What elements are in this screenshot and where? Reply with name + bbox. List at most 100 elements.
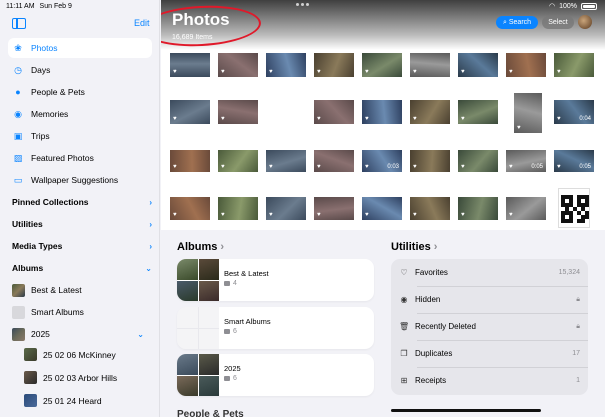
photo-thumbnail[interactable]: ♥ <box>458 53 498 77</box>
heart-icon: ♥ <box>317 212 321 218</box>
section-media-types[interactable]: Media Types › <box>12 241 152 251</box>
album-card-2025[interactable]: 2025 6 <box>177 354 374 396</box>
album-thumb-grid <box>177 307 219 349</box>
avatar[interactable] <box>578 15 592 29</box>
photo-thumbnail[interactable]: ♥ <box>514 93 542 133</box>
heart-icon: ♥ <box>221 212 225 218</box>
sidebar-toggle-icon[interactable] <box>12 18 26 29</box>
sidebar-subalbum-arbor-hills[interactable]: 25 02 03 Arbor Hills <box>24 371 117 384</box>
sidebar-item-featured-photos[interactable]: ▨ Featured Photos <box>8 148 152 168</box>
photo-thumbnail[interactable]: ♥ <box>266 150 306 172</box>
photo-thumbnail[interactable]: ♥ 0:05 <box>554 150 594 172</box>
status-time: 11:11 AM <box>6 2 35 10</box>
status-bar: 11:11 AM Sun Feb 9 ◠ 100% <box>0 0 605 12</box>
heart-icon: ♥ <box>173 212 177 218</box>
heart-icon: ♥ <box>173 69 177 75</box>
utility-row-recently-deleted[interactable]: 🗑︎ Recently Deleted 🔒︎ <box>391 313 588 340</box>
photo-thumbnail[interactable]: ♥ <box>266 53 306 77</box>
sidebar-item-trips[interactable]: ▣ Trips <box>8 126 152 146</box>
photo-thumbnail[interactable]: ♥ <box>218 197 258 220</box>
utilities-section-header[interactable]: Utilities › <box>391 241 437 253</box>
photo-thumbnail[interactable]: ♥ <box>170 53 210 77</box>
photo-thumbnail[interactable]: ♥ <box>458 197 498 220</box>
photo-thumbnail[interactable]: ♥ <box>314 53 354 77</box>
sidebar-album-best-latest[interactable]: Best & Latest <box>8 280 152 300</box>
heart-icon: ♥ <box>557 116 561 122</box>
lock-icon: 🔒︎ <box>576 322 580 330</box>
status-battery: 100% <box>559 2 577 10</box>
sidebar-album-smart-albums[interactable]: Smart Albums <box>8 302 152 322</box>
section-albums[interactable]: Albums ⌄ <box>12 263 152 273</box>
heart-icon: ♥ <box>509 69 513 75</box>
photo-thumbnail[interactable]: ♥ <box>458 150 498 172</box>
section-utilities[interactable]: Utilities › <box>12 219 152 229</box>
utility-row-favorites[interactable]: ♡ Favorites 15,324 <box>391 259 588 286</box>
utility-row-duplicates[interactable]: ❐ Duplicates 17 <box>391 340 588 367</box>
photo-thumbnail[interactable]: ♥ <box>362 100 402 124</box>
photo-thumbnail[interactable]: ♥ <box>218 150 258 172</box>
home-indicator[interactable] <box>391 409 541 412</box>
album-thumb <box>12 327 25 341</box>
album-name: 2025 <box>224 364 241 373</box>
chevron-right-icon: › <box>149 241 152 251</box>
photo-thumbnail[interactable]: ♥ <box>410 197 450 220</box>
photo-thumbnail[interactable]: ♥ <box>410 100 450 124</box>
photo-thumbnail[interactable]: ♥ <box>554 53 594 77</box>
album-card-smart-albums[interactable]: Smart Albums 6 <box>177 307 374 349</box>
sidebar-item-label: Photos <box>31 43 58 53</box>
utilities-list: ♡ Favorites 15,324 ◉ Hidden 🔒︎ 🗑︎ Recent… <box>391 259 588 395</box>
sidebar-subalbum-mckinney[interactable]: 25 02 06 McKinney <box>24 348 116 361</box>
video-duration: 0:05 <box>531 164 543 170</box>
folder-icon <box>224 329 230 334</box>
photo-thumbnail[interactable]: ♥ 0:05 <box>506 150 546 172</box>
edit-button[interactable]: Edit <box>134 18 150 28</box>
photo-thumbnail[interactable]: ♥ <box>362 53 402 77</box>
photo-thumbnail[interactable]: ♥ <box>170 100 210 124</box>
sidebar-item-photos[interactable]: ❀ Photos <box>8 38 152 58</box>
albums-section-header[interactable]: Albums › <box>177 241 224 253</box>
heart-icon: ♥ <box>413 212 417 218</box>
photo-thumbnail[interactable]: ♥ <box>170 150 210 172</box>
sidebar-album-2025[interactable]: 2025 ⌄ <box>8 324 152 344</box>
photo-thumbnail[interactable]: ♥ <box>314 197 354 220</box>
sidebar-item-days[interactable]: ◷ Days <box>8 60 152 80</box>
photo-thumbnail[interactable]: ♥ <box>410 150 450 172</box>
photo-thumbnail[interactable]: ♥ <box>170 197 210 220</box>
chevron-right-icon: › <box>149 219 152 229</box>
photo-thumbnail[interactable]: ♥ <box>314 100 354 124</box>
photo-thumbnail[interactable]: ♥ <box>362 197 402 220</box>
photo-thumbnail[interactable]: ♥ <box>410 53 450 77</box>
cart-icon: ⊞ <box>400 376 408 385</box>
section-pinned-collections[interactable]: Pinned Collections › <box>12 197 152 207</box>
utility-row-receipts[interactable]: ⊞ Receipts 1 <box>391 367 588 394</box>
sidebar-item-people-pets[interactable]: ● People & Pets <box>8 82 152 102</box>
photo-thumbnail[interactable]: ♥ <box>506 197 546 220</box>
utility-row-hidden[interactable]: ◉ Hidden 🔒︎ <box>391 286 588 313</box>
heart-icon: ♥ <box>557 164 561 170</box>
multitask-dots[interactable] <box>296 3 310 6</box>
photo-thumbnail[interactable]: ♥ 0:03 <box>362 150 402 172</box>
people-pets-section-header[interactable]: People & Pets <box>177 409 244 417</box>
album-thumb <box>12 283 25 297</box>
sidebar-item-label: Days <box>31 65 51 75</box>
qr-code-thumbnail[interactable] <box>558 188 590 228</box>
heart-icon: ♥ <box>269 164 273 170</box>
photo-thumbnail[interactable]: ♥ <box>314 150 354 172</box>
wallpaper-icon: ▭ <box>13 174 23 185</box>
sidebar-item-memories[interactable]: ◉ Memories <box>8 104 152 124</box>
sidebar-subalbum-heard[interactable]: 25 01 24 Heard <box>24 394 102 407</box>
photo-thumbnail[interactable]: ♥ 0:04 <box>554 100 594 124</box>
photo-thumbnail[interactable]: ♥ <box>458 100 498 124</box>
select-button[interactable]: Select <box>542 16 574 29</box>
heart-icon: ♥ <box>365 116 369 122</box>
sidebar-item-wallpaper-suggestions[interactable]: ▭ Wallpaper Suggestions <box>8 170 152 190</box>
duplicate-icon: ❐ <box>400 349 408 358</box>
photo-thumbnail[interactable]: ♥ <box>218 53 258 77</box>
photo-thumbnail[interactable]: ♥ <box>266 197 306 220</box>
status-date: Sun Feb 9 <box>39 2 72 10</box>
clock-icon: ◷ <box>14 64 22 75</box>
photo-thumbnail[interactable]: ♥ <box>506 53 546 77</box>
photo-thumbnail[interactable]: ♥ <box>218 100 258 124</box>
search-button[interactable]: ⌕ Search <box>496 16 538 29</box>
album-card-best-latest[interactable]: Best & Latest 4 <box>177 259 374 301</box>
